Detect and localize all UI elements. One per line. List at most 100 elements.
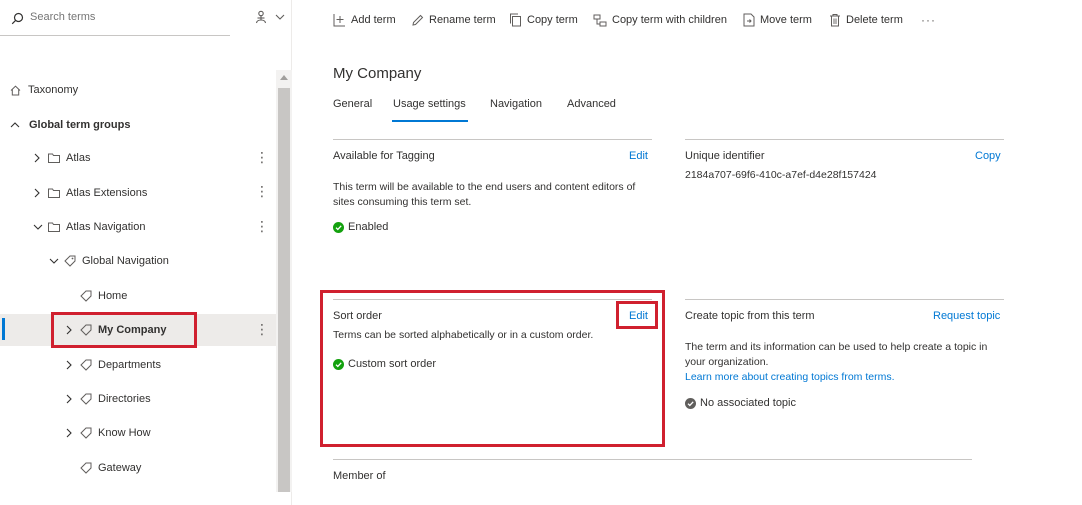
chevron-down-icon: [49, 257, 59, 265]
highlight-box-tree-item: [51, 312, 197, 348]
search-input[interactable]: [30, 11, 220, 23]
active-tab-indicator: [392, 120, 468, 122]
tree-item-departments[interactable]: Departments: [65, 352, 161, 378]
copy-term-button[interactable]: Copy term: [509, 11, 578, 29]
more-actions-label: ···: [921, 13, 936, 27]
folder-open-icon: [48, 222, 60, 232]
term-tag-icon: [80, 359, 92, 371]
tree-item-atlas-extensions[interactable]: Atlas Extensions: [33, 180, 147, 206]
chevron-right-icon: [33, 188, 41, 198]
topic-status-label: No associated topic: [700, 397, 796, 409]
filter-dropdown-button[interactable]: [254, 10, 288, 30]
tree-item-label: Home: [98, 290, 128, 302]
selected-row-indicator: [2, 318, 5, 340]
tab-navigation[interactable]: Navigation: [490, 98, 542, 110]
highlight-box-sort-order: [320, 290, 665, 447]
section-divider: [685, 299, 1004, 300]
topic-status: No associated topic: [685, 397, 796, 409]
chevron-up-icon: [10, 121, 20, 129]
page-title: My Company: [333, 65, 422, 82]
tab-general[interactable]: General: [333, 98, 372, 110]
tree-item-label: Atlas Navigation: [66, 221, 146, 233]
delete-term-button[interactable]: Delete term: [829, 11, 903, 29]
tab-usage-settings[interactable]: Usage settings: [393, 98, 466, 110]
scrollbar-thumb[interactable]: [278, 88, 290, 492]
scroll-up-arrow-icon[interactable]: [280, 75, 288, 80]
tree-group-label: Global term groups: [29, 119, 131, 131]
identifier-copy-link[interactable]: Copy: [975, 150, 1001, 162]
check-circle-icon: [333, 221, 344, 233]
more-actions-button[interactable]: ···: [921, 11, 936, 29]
tree-item-global-navigation[interactable]: Global Navigation: [49, 248, 169, 274]
home-icon: [10, 85, 21, 96]
tree-root-label: Taxonomy: [28, 84, 79, 96]
more-options-icon[interactable]: ⋮: [255, 321, 269, 337]
tree-item-label: Gateway: [98, 462, 142, 474]
trash-icon: [829, 13, 841, 27]
tree-item-label: Know How: [98, 427, 151, 439]
identifier-value: 2184a707-69f6-410c-a7ef-d4e28f157424: [685, 169, 877, 181]
chevron-right-icon: [65, 428, 73, 438]
search-box[interactable]: [0, 0, 230, 36]
move-icon: [743, 13, 755, 27]
tagging-description: This term will be available to the end u…: [333, 181, 636, 208]
tree-item-label: Departments: [98, 359, 161, 371]
tagging-title: Available for Tagging: [333, 150, 435, 162]
check-circle-icon: [685, 397, 696, 409]
chevron-down-icon: [33, 223, 43, 231]
term-tag-icon: [80, 427, 92, 439]
tree-item-label: Directories: [98, 393, 151, 405]
copy-term-with-children-label: Copy term with children: [612, 14, 727, 26]
copy-term-label: Copy term: [527, 14, 578, 26]
chevron-down-icon: [275, 14, 285, 21]
tree-item-label: Atlas Extensions: [66, 187, 148, 199]
request-topic-link[interactable]: Request topic: [933, 310, 1000, 322]
tree-item-directories[interactable]: Directories: [65, 386, 151, 412]
section-divider: [333, 139, 652, 140]
section-divider: [333, 459, 972, 460]
chevron-right-icon: [33, 153, 41, 163]
chevron-right-icon: [65, 360, 73, 370]
copy-children-icon: [593, 14, 607, 27]
add-term-button[interactable]: Add term: [333, 11, 396, 29]
copy-icon: [509, 13, 522, 27]
search-icon: [11, 12, 24, 25]
more-options-icon[interactable]: ⋮: [255, 218, 269, 234]
delete-term-label: Delete term: [846, 14, 903, 26]
chevron-right-icon: [65, 394, 73, 404]
term-tag-icon: [80, 462, 92, 474]
term-tag-icon: [80, 393, 92, 405]
tab-advanced[interactable]: Advanced: [567, 98, 616, 110]
move-term-button[interactable]: Move term: [743, 11, 812, 29]
more-options-icon[interactable]: ⋮: [255, 149, 269, 165]
tree-item-atlas-navigation[interactable]: Atlas Navigation: [33, 214, 146, 240]
filter-icon: [254, 10, 270, 26]
tree-item-home[interactable]: Home: [80, 283, 127, 309]
member-of-title: Member of: [333, 470, 386, 482]
left-pane: Taxonomy Global term groups Atlas ⋮ Atla…: [0, 0, 292, 505]
add-term-icon: [333, 13, 346, 27]
add-term-label: Add term: [351, 14, 396, 26]
section-divider: [685, 139, 1004, 140]
tree-item-know-how[interactable]: Know How: [65, 420, 151, 446]
tagging-status-label: Enabled: [348, 221, 389, 233]
identifier-title: Unique identifier: [685, 150, 765, 162]
tagging-edit-link[interactable]: Edit: [629, 150, 648, 162]
more-options-icon[interactable]: ⋮: [255, 183, 269, 199]
tree-item-label: Atlas: [66, 152, 91, 164]
pencil-icon: [411, 14, 424, 27]
tree-root-taxonomy[interactable]: Taxonomy: [10, 77, 78, 103]
copy-term-with-children-button[interactable]: Copy term with children: [593, 11, 727, 29]
folder-icon: [48, 153, 60, 163]
termset-icon: [64, 255, 76, 267]
highlight-box-edit: [616, 301, 658, 329]
tree-item-atlas[interactable]: Atlas: [33, 145, 90, 171]
tree-item-gateway[interactable]: Gateway: [80, 455, 141, 481]
learn-more-link[interactable]: Learn more about creating topics from te…: [685, 371, 895, 383]
tree-item-label: Global Navigation: [82, 255, 169, 267]
folder-icon: [48, 188, 60, 198]
tree-group-global[interactable]: Global term groups: [10, 112, 130, 138]
rename-term-button[interactable]: Rename term: [411, 11, 496, 29]
move-term-label: Move term: [760, 14, 812, 26]
topic-description: The term and its information can be used…: [685, 341, 988, 368]
